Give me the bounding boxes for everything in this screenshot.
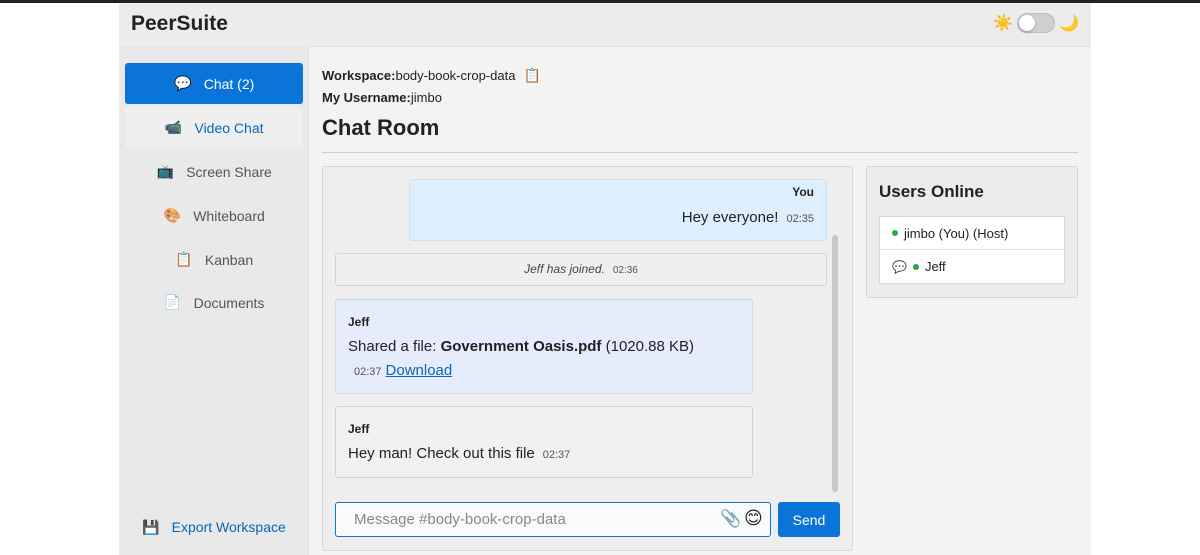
emoji-icon[interactable]: 😊	[744, 508, 763, 529]
online-status-dot	[912, 263, 919, 270]
message-scrollbar[interactable]	[832, 235, 838, 492]
username-line: My Username:jimbo	[322, 90, 442, 105]
system-text: Jeff has joined.	[524, 262, 605, 276]
message-text: Hey man! Check out this file	[348, 445, 535, 462]
tv-icon: 📺	[156, 163, 174, 179]
paperclip-icon[interactable]: 📎	[720, 509, 741, 529]
message-text: Hey everyone!	[681, 209, 779, 226]
user-item: 💬 Jeff	[880, 250, 1064, 283]
sidebar-item-label: Chat (2)	[203, 75, 255, 92]
floppy-disk-icon: 💾	[142, 518, 160, 535]
workspace-line: Workspace:body-book-crop-data 📋	[322, 67, 541, 84]
sidebar-item-chat[interactable]: 💬 Chat (2)	[125, 63, 303, 104]
username-value: jimbo	[410, 90, 442, 105]
user-name: Jeff	[924, 259, 946, 274]
sidebar-item-whiteboard[interactable]: 🎨 Whiteboard	[125, 195, 303, 236]
message-list[interactable]: You Hey everyone! 02:35 Jeff has joined. 0…	[323, 167, 841, 494]
workspace-name: body-book-crop-data	[395, 68, 516, 83]
online-status-dot	[892, 230, 898, 236]
file-name: Government Oasis.pdf	[440, 338, 602, 355]
message-time: 02:37	[542, 449, 571, 461]
sidebar-item-label: Whiteboard	[193, 207, 265, 224]
user-item: jimbo (You) (Host)	[880, 217, 1064, 250]
export-workspace-button[interactable]: 💾 Export Workspace	[125, 507, 303, 547]
sidebar-item-label: Screen Share	[186, 163, 272, 180]
theme-switcher: ☀️ 🌙	[993, 13, 1079, 33]
video-camera-icon: 📹	[164, 119, 183, 135]
app-header: PeerSuite ☀️ 🌙	[119, 3, 1091, 47]
message-time: 02:37	[354, 366, 382, 378]
file-share-prefix: Shared a file:	[348, 338, 441, 355]
file-size: (1020.88 KB)	[605, 338, 694, 355]
sidebar-item-kanban[interactable]: 📋 Kanban	[125, 239, 303, 280]
sidebar-item-label: Documents	[193, 294, 265, 311]
message-own: You Hey everyone! 02:35	[409, 179, 827, 241]
sidebar: 💬 Chat (2) 📹 Video Chat 📺 Screen Share 🎨…	[119, 47, 309, 555]
users-online-panel: Users Online jimbo (You) (Host) 💬 Jeff	[866, 166, 1078, 298]
theme-toggle-knob	[1019, 15, 1036, 31]
message-text-wrap: Hey everyone! 02:35	[682, 209, 814, 226]
app-window: PeerSuite ☀️ 🌙 💬 Chat (2) 📹 Video Chat 📺…	[119, 3, 1091, 555]
users-online-title: Users Online	[879, 182, 984, 201]
main-content: Workspace:body-book-crop-data 📋 My Userna…	[322, 47, 1078, 555]
palette-icon: 🎨	[163, 207, 181, 223]
message-sender: Jeff	[348, 315, 370, 329]
sidebar-item-label: Video Chat	[194, 119, 264, 136]
message-input[interactable]	[335, 502, 771, 537]
sidebar-item-documents[interactable]: 📄 Documents	[125, 282, 303, 323]
message-body: Hey man! Check out this file 02:37	[348, 445, 570, 462]
sidebar-item-screen-share[interactable]: 📺 Screen Share	[125, 151, 303, 192]
message-sender: You	[792, 185, 814, 199]
moon-icon: 🌙	[1059, 15, 1079, 32]
theme-toggle[interactable]	[1017, 13, 1056, 33]
chat-icon: 💬	[173, 75, 192, 91]
title-divider	[322, 152, 1078, 153]
sidebar-item-video-chat[interactable]: 📹 Video Chat	[125, 107, 303, 148]
user-name: jimbo (You) (Host)	[904, 225, 1009, 241]
sidebar-item-label: Kanban	[204, 251, 254, 268]
download-link[interactable]: Download	[386, 362, 453, 379]
file-meta-line: 02:37 Download	[348, 362, 452, 379]
message-time: 02:36	[612, 265, 638, 276]
chat-panel: You Hey everyone! 02:35 Jeff has joined. 0…	[322, 166, 853, 551]
clipboard-icon: 📋	[175, 251, 193, 267]
send-button[interactable]: Send	[778, 502, 840, 537]
sun-icon: ☀️	[993, 15, 1014, 32]
message-text-item: Jeff Hey man! Check out this file 02:37	[335, 406, 753, 478]
message-time: 02:35	[786, 213, 814, 225]
user-list: jimbo (You) (Host) 💬 Jeff	[879, 216, 1065, 284]
chat-bubble-icon[interactable]: 💬	[892, 260, 907, 274]
workspace-label: Workspace:	[322, 68, 396, 83]
message-sender: Jeff	[348, 422, 370, 436]
app-title: PeerSuite	[131, 12, 228, 35]
file-share-line: Shared a file: Government Oasis.pdf (102…	[348, 338, 694, 355]
message-system: Jeff has joined. 02:36	[335, 253, 827, 286]
page-title: Chat Room	[322, 115, 440, 140]
export-workspace-label: Export Workspace	[171, 519, 286, 535]
document-icon: 📄	[163, 294, 182, 310]
composer: 📎 😊 Send	[335, 502, 841, 538]
copy-clipboard-icon[interactable]: 📋	[523, 67, 540, 83]
message-file: Jeff Shared a file: Government Oasis.pdf…	[335, 299, 753, 394]
username-label: My Username:	[322, 90, 411, 105]
